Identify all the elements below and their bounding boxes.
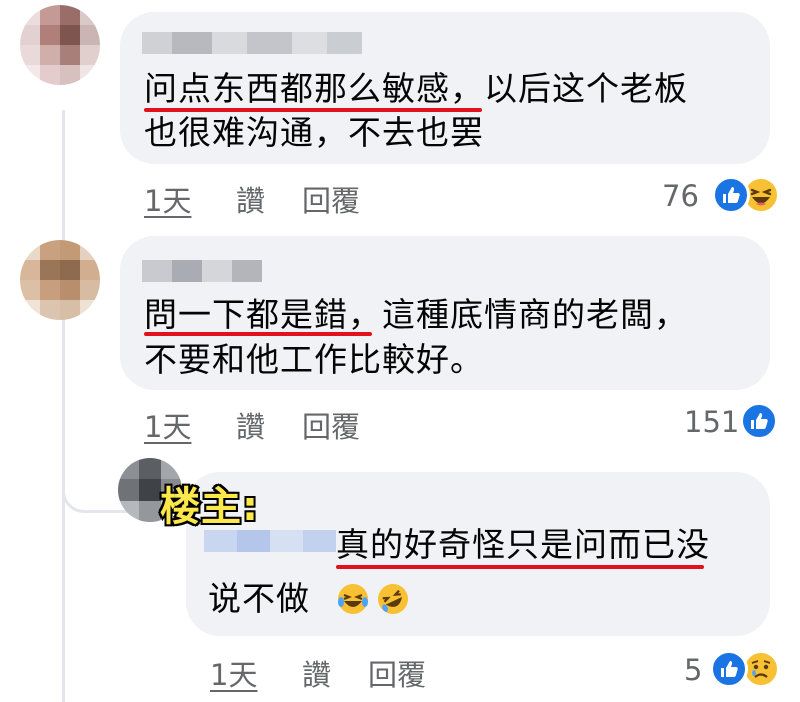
reaction-count[interactable]: 151 bbox=[684, 405, 739, 439]
reply-button[interactable]: 回覆 bbox=[302, 178, 360, 220]
comment-bubble: 问点东西都那么敏感，以后这个老板 也很难沟通，不去也罢 bbox=[120, 12, 770, 164]
highlight-underline bbox=[144, 108, 482, 112]
timestamp-link[interactable]: 1天 bbox=[144, 404, 191, 446]
reply-bubble: 真的好奇怪只是问而已没 说不做 bbox=[186, 472, 770, 636]
comment-text-line: 问点东西都那么敏感，以后这个老板 bbox=[144, 69, 688, 108]
rofl-icon bbox=[376, 582, 410, 616]
commenter-name[interactable] bbox=[142, 260, 262, 282]
reply-button[interactable]: 回覆 bbox=[302, 404, 360, 446]
avatar[interactable] bbox=[20, 5, 100, 85]
highlight-underline bbox=[144, 332, 372, 336]
like-icon bbox=[710, 650, 748, 688]
commenter-name[interactable] bbox=[204, 530, 336, 552]
thread-connector-line bbox=[62, 110, 65, 702]
reply-button[interactable]: 回覆 bbox=[368, 652, 426, 694]
like-icon bbox=[740, 402, 778, 440]
commenter-name[interactable] bbox=[142, 32, 362, 54]
reply-text-line: 说不做 bbox=[208, 579, 310, 618]
comment-actions: 1天 讚 回覆 bbox=[144, 404, 444, 444]
reaction-count[interactable]: 5 bbox=[684, 653, 702, 687]
op-tag-label: 楼主: bbox=[158, 482, 260, 532]
comment-actions: 1天 讚 回覆 bbox=[144, 178, 444, 218]
timestamp-link[interactable]: 1天 bbox=[210, 652, 257, 694]
highlight-underline bbox=[336, 565, 704, 569]
like-button[interactable]: 讚 bbox=[236, 404, 265, 446]
comment-bubble: 問一下都是錯，這種底情商的老闆， 不要和他工作比較好。 bbox=[120, 236, 770, 390]
like-button[interactable]: 讚 bbox=[302, 652, 331, 694]
reaction-count[interactable]: 76 bbox=[662, 179, 699, 213]
crying-laughing-icon bbox=[336, 582, 370, 616]
like-icon bbox=[712, 176, 750, 214]
reply-actions: 1天 讚 回覆 bbox=[210, 652, 510, 692]
like-button[interactable]: 讚 bbox=[236, 178, 265, 220]
comment-text-line: 也很难沟通，不去也罢 bbox=[144, 113, 484, 152]
reply-text-line: 真的好奇怪只是问而已没 bbox=[336, 525, 710, 564]
comment-text-line: 不要和他工作比較好。 bbox=[144, 340, 484, 379]
timestamp-link[interactable]: 1天 bbox=[144, 178, 191, 220]
avatar[interactable] bbox=[20, 240, 100, 320]
